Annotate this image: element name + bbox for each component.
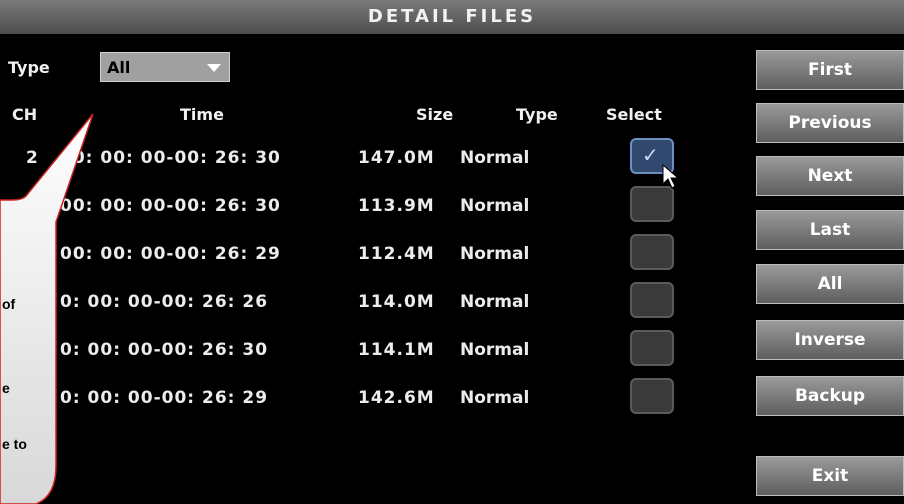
select-checkbox[interactable] [630, 234, 674, 270]
column-header-time: Time [180, 105, 224, 124]
row-type: Normal [460, 292, 530, 312]
last-button[interactable]: Last [756, 210, 904, 250]
column-header-ch: CH [12, 105, 38, 124]
row-size: 147.0M [358, 148, 435, 168]
row-size: 142.6M [358, 388, 435, 408]
mouse-cursor-icon [662, 164, 680, 189]
row-type: Normal [460, 340, 530, 360]
row-time: 00: 00: 00-00: 26: 29 [60, 244, 281, 264]
row-time: 00: 00: 00-00: 26: 30 [60, 196, 281, 216]
row-type: Normal [460, 244, 530, 264]
window-title: DETAIL FILES [367, 6, 537, 27]
chevron-down-icon [207, 64, 221, 72]
row-size: 114.1M [358, 340, 435, 360]
title-bar: DETAIL FILES [0, 0, 904, 34]
type-filter-label: Type [8, 58, 50, 77]
row-time: 00: 00: 00-00: 26: 30 [60, 148, 281, 168]
callout-text-line: e to [2, 436, 27, 452]
table-row[interactable]: 2 00: 00: 00-00: 26: 30 147.0M Normal [0, 144, 720, 174]
row-type: Normal [460, 148, 530, 168]
type-filter-dropdown[interactable]: All [100, 52, 230, 82]
column-header-size: Size [416, 105, 454, 124]
inverse-button[interactable]: Inverse [756, 320, 904, 360]
checkmark-icon: ✓ [642, 143, 659, 167]
row-type: Normal [460, 388, 530, 408]
row-time: 0: 00: 00-00: 26: 30 [60, 340, 269, 360]
previous-button[interactable]: Previous [756, 103, 904, 143]
row-channel: 4 [26, 244, 38, 264]
row-size: 112.4M [358, 244, 435, 264]
all-button[interactable]: All [756, 264, 904, 304]
callout-text-line: e [2, 380, 10, 396]
column-header-type: Type [516, 105, 558, 124]
callout-text-line: of [2, 296, 16, 312]
row-size: 113.9M [358, 196, 435, 216]
exit-button[interactable]: Exit [756, 456, 904, 496]
row-size: 114.0M [358, 292, 435, 312]
select-checkbox[interactable] [630, 330, 674, 366]
next-button[interactable]: Next [756, 156, 904, 196]
select-checkbox[interactable] [630, 378, 674, 414]
table-row[interactable]: 0: 00: 00-00: 26: 30 114.1M Normal [0, 336, 720, 366]
select-checkbox[interactable] [630, 186, 674, 222]
backup-button[interactable]: Backup [756, 376, 904, 416]
table-row[interactable]: 4 00: 00: 00-00: 26: 29 112.4M Normal [0, 240, 720, 270]
type-filter-value: All [107, 58, 131, 77]
row-type: Normal [460, 196, 530, 216]
column-header-select: Select [606, 105, 662, 124]
select-checkbox[interactable] [630, 282, 674, 318]
row-channel: 2 [26, 148, 38, 168]
first-button[interactable]: First [756, 50, 904, 90]
table-row[interactable]: 00: 00: 00-00: 26: 30 113.9M Normal [0, 192, 720, 222]
